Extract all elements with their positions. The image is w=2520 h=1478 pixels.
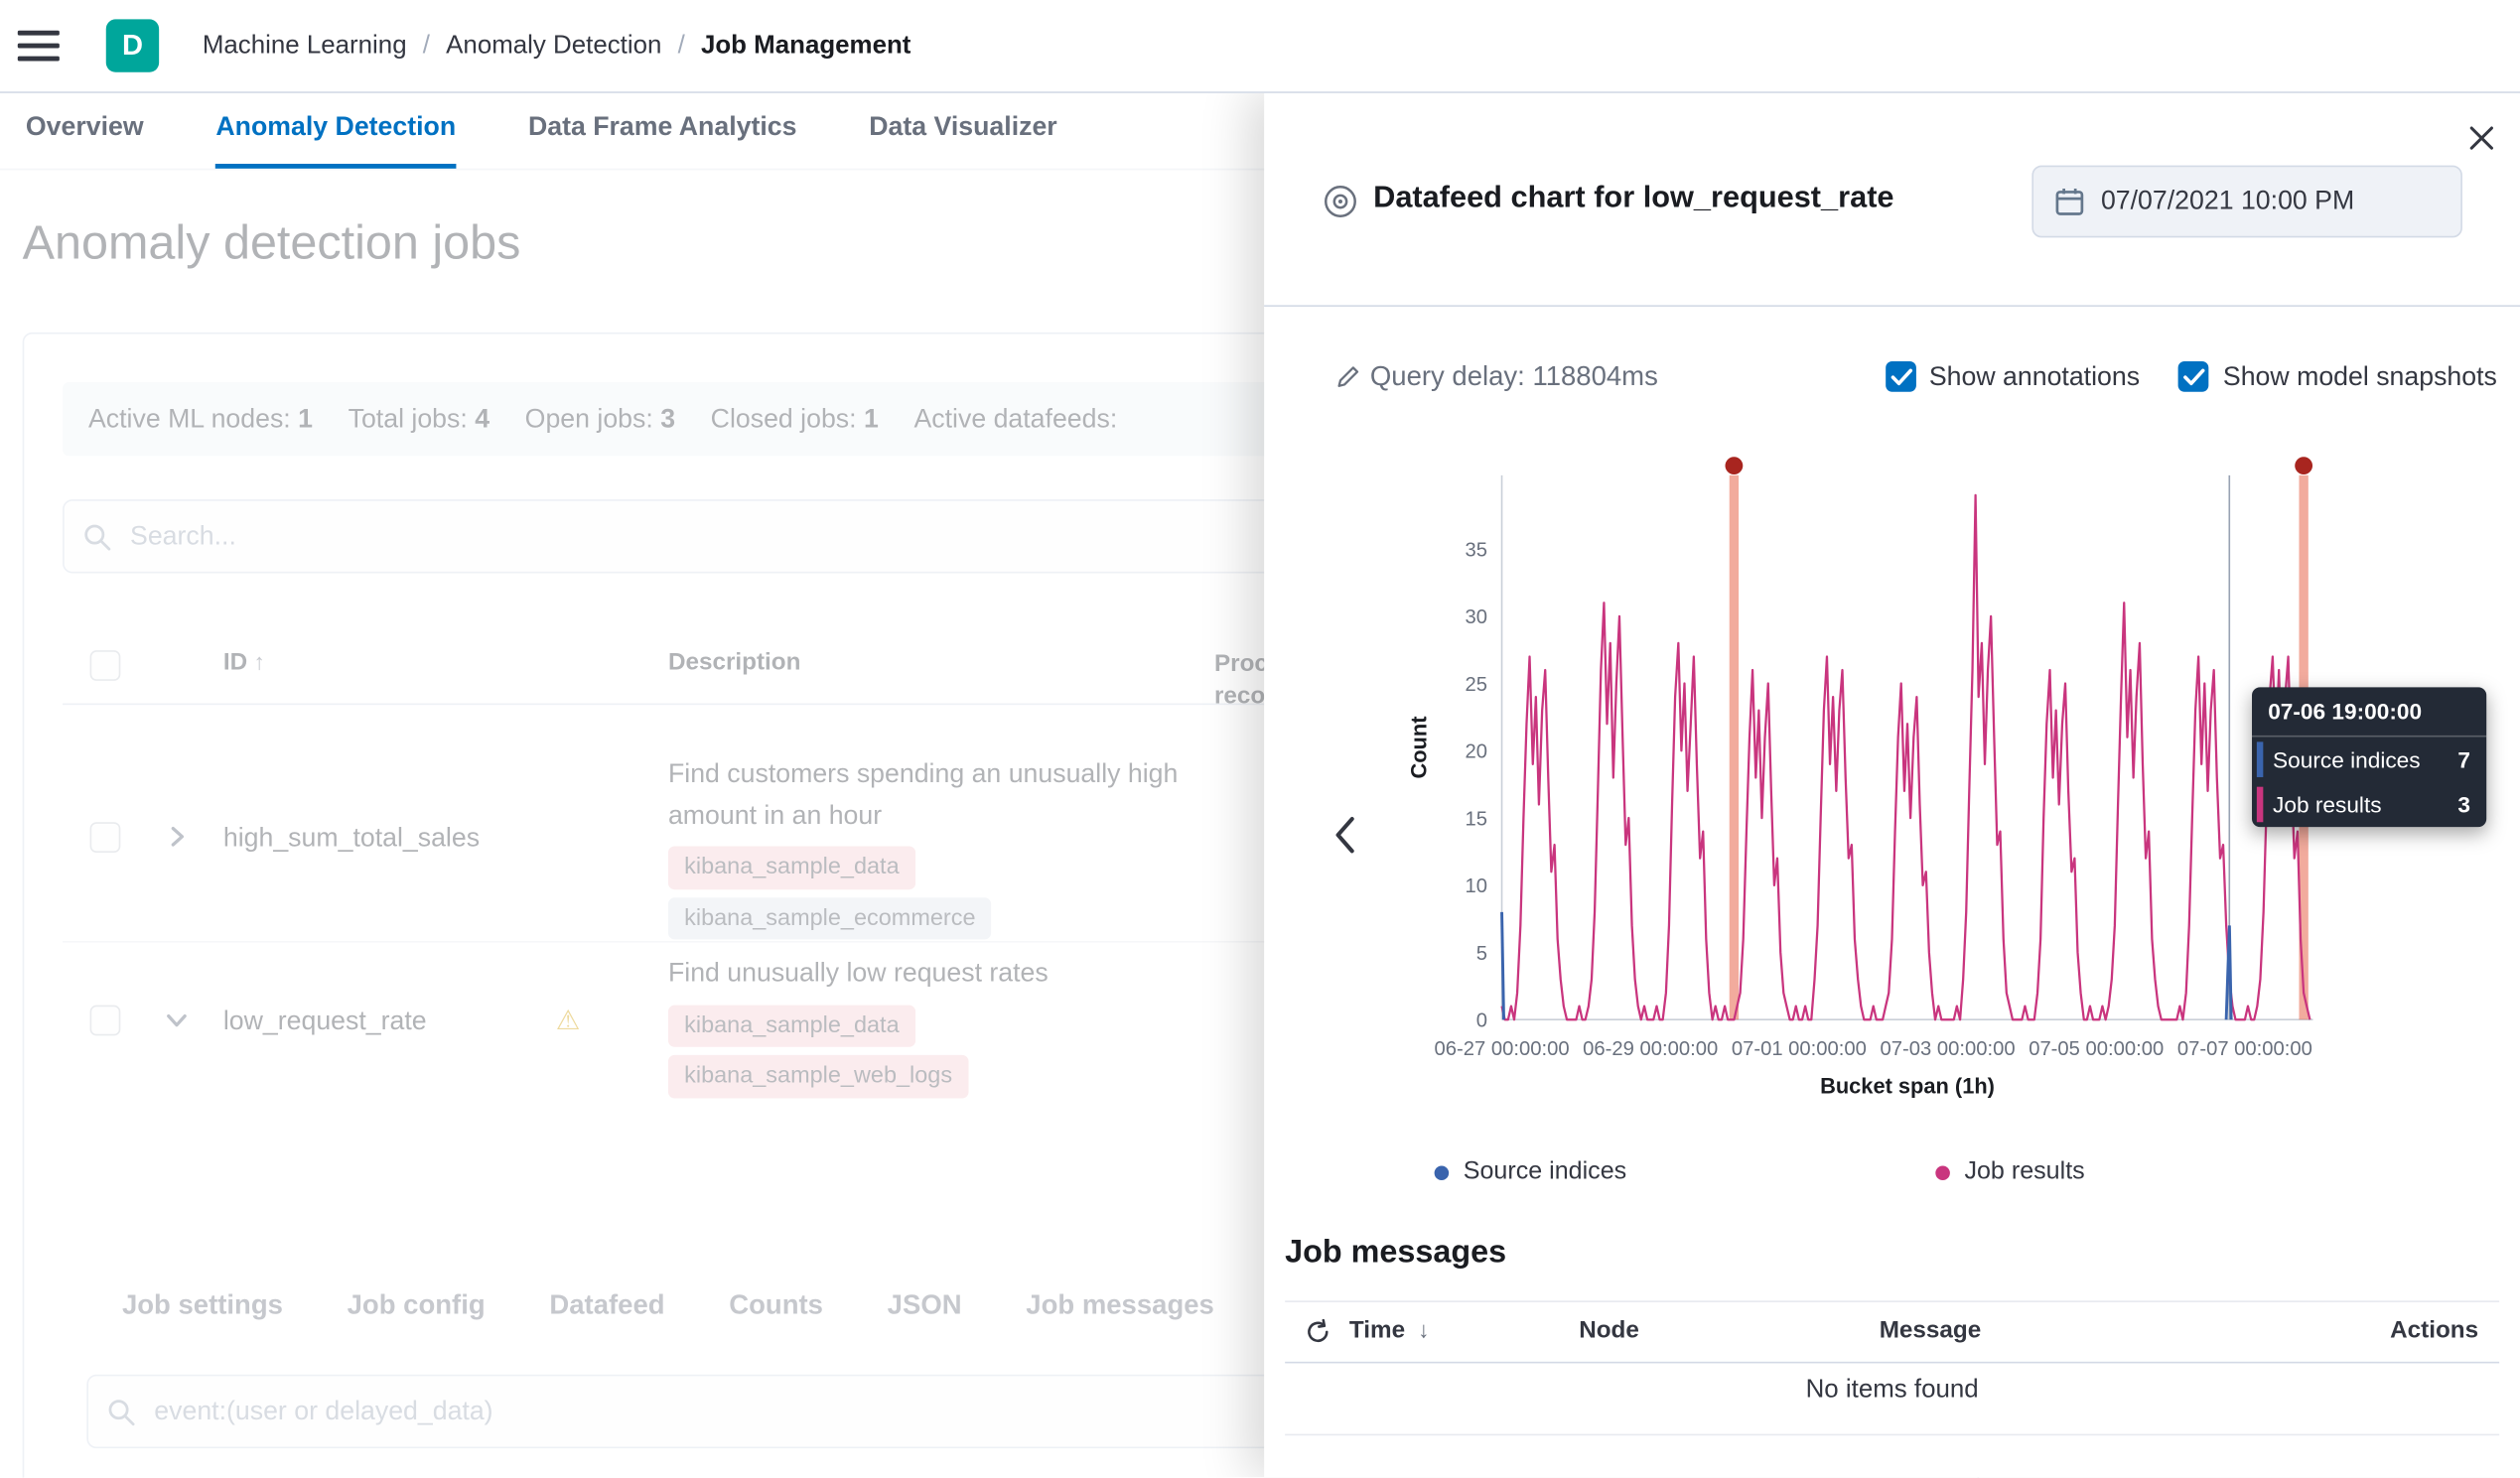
query-delay-label: Query delay: 118804ms (1370, 361, 1658, 393)
menu-icon[interactable] (18, 31, 60, 62)
show-model-snapshots-label[interactable]: Show model snapshots (2223, 363, 2497, 394)
sort-desc-icon: ↓ (1418, 1317, 1429, 1343)
svg-text:07-07 00:00:00: 07-07 00:00:00 (2177, 1038, 2312, 1060)
column-actions: Actions (2390, 1317, 2478, 1345)
tab-overview[interactable]: Overview (26, 91, 144, 169)
chevron-left-icon[interactable] (1326, 811, 1367, 860)
top-bar: D Machine Learning Anomaly Detection Job… (0, 0, 2520, 93)
calendar-icon (2054, 187, 2085, 217)
tooltip-title: 07-06 19:00:00 (2252, 687, 2486, 737)
series-color-bar (2257, 787, 2263, 823)
legend-dot (1435, 1165, 1450, 1180)
pencil-icon (1334, 363, 1362, 399)
date-picker[interactable]: 07/07/2021 10:00 PM (2031, 166, 2462, 238)
date-picker-value: 07/07/2021 10:00 PM (2101, 187, 2354, 217)
svg-text:07-03 00:00:00: 07-03 00:00:00 (1881, 1038, 2016, 1060)
breadcrumb-job-management: Job Management (701, 32, 910, 61)
check-icon (2182, 367, 2205, 386)
column-message: Message (1880, 1317, 1982, 1345)
column-time[interactable]: Time ↓ (1349, 1317, 1430, 1345)
close-icon[interactable] (2465, 122, 2497, 154)
svg-text:35: 35 (1465, 539, 1487, 561)
logo-letter: D (122, 29, 143, 63)
breadcrumb: Machine Learning Anomaly Detection Job M… (203, 32, 911, 61)
datafeed-chart-icon (1322, 183, 1358, 227)
app-window: D Machine Learning Anomaly Detection Job… (0, 0, 2520, 1477)
flyout-title: Datafeed chart for low_request_rate (1373, 182, 1893, 217)
svg-text:07-01 00:00:00: 07-01 00:00:00 (1732, 1038, 1867, 1060)
chart-tooltip: 07-06 19:00:00 Source indices 7 Job resu… (2252, 687, 2486, 827)
legend-dot (1935, 1165, 1950, 1180)
svg-text:20: 20 (1465, 741, 1487, 763)
legend-job-results[interactable]: Job results (1935, 1157, 2084, 1186)
tab-data-frame-analytics[interactable]: Data Frame Analytics (528, 91, 797, 169)
show-annotations-checkbox[interactable] (1886, 361, 1916, 392)
tooltip-row-source-indices: Source indices 7 (2252, 738, 2486, 782)
svg-text:Bucket span (1h): Bucket span (1h) (1820, 1074, 1995, 1099)
svg-text:Count: Count (1407, 717, 1432, 779)
legend-source-indices[interactable]: Source indices (1435, 1157, 1627, 1186)
chart-controls-row: Query delay: 118804ms Show annotations S… (1264, 358, 2520, 400)
svg-text:0: 0 (1476, 1010, 1487, 1032)
divider (1264, 305, 2520, 307)
svg-text:06-29 00:00:00: 06-29 00:00:00 (1583, 1038, 1718, 1060)
tab-anomaly-detection[interactable]: Anomaly Detection (215, 91, 456, 169)
svg-text:07-05 00:00:00: 07-05 00:00:00 (2029, 1038, 2164, 1060)
svg-text:10: 10 (1465, 875, 1487, 897)
refresh-icon[interactable] (1305, 1318, 1332, 1354)
svg-text:06-27 00:00:00: 06-27 00:00:00 (1435, 1038, 1570, 1060)
table-bottom-border (1285, 1434, 2499, 1436)
datafeed-chart-flyout: Datafeed chart for low_request_rate 07/0… (1264, 91, 2520, 1477)
show-model-snapshots-checkbox[interactable] (2178, 361, 2209, 392)
breadcrumb-machine-learning[interactable]: Machine Learning (203, 32, 446, 61)
svg-text:30: 30 (1465, 606, 1487, 628)
svg-text:5: 5 (1476, 943, 1487, 965)
series-color-bar (2257, 741, 2263, 777)
svg-text:25: 25 (1465, 674, 1487, 696)
show-annotations-label[interactable]: Show annotations (1929, 363, 2140, 394)
svg-text:15: 15 (1465, 808, 1487, 830)
job-messages-title: Job messages (1285, 1235, 1506, 1272)
empty-table-message: No items found (1264, 1376, 2520, 1405)
tooltip-row-job-results: Job results 3 (2252, 782, 2486, 827)
column-node: Node (1579, 1317, 1639, 1345)
breadcrumb-anomaly-detection[interactable]: Anomaly Detection (446, 32, 701, 61)
deployment-logo[interactable]: D (106, 19, 159, 71)
tab-data-visualizer[interactable]: Data Visualizer (869, 91, 1056, 169)
job-messages-table-header: Time ↓ Node Message Actions (1285, 1300, 2499, 1363)
check-icon (1890, 367, 1912, 386)
